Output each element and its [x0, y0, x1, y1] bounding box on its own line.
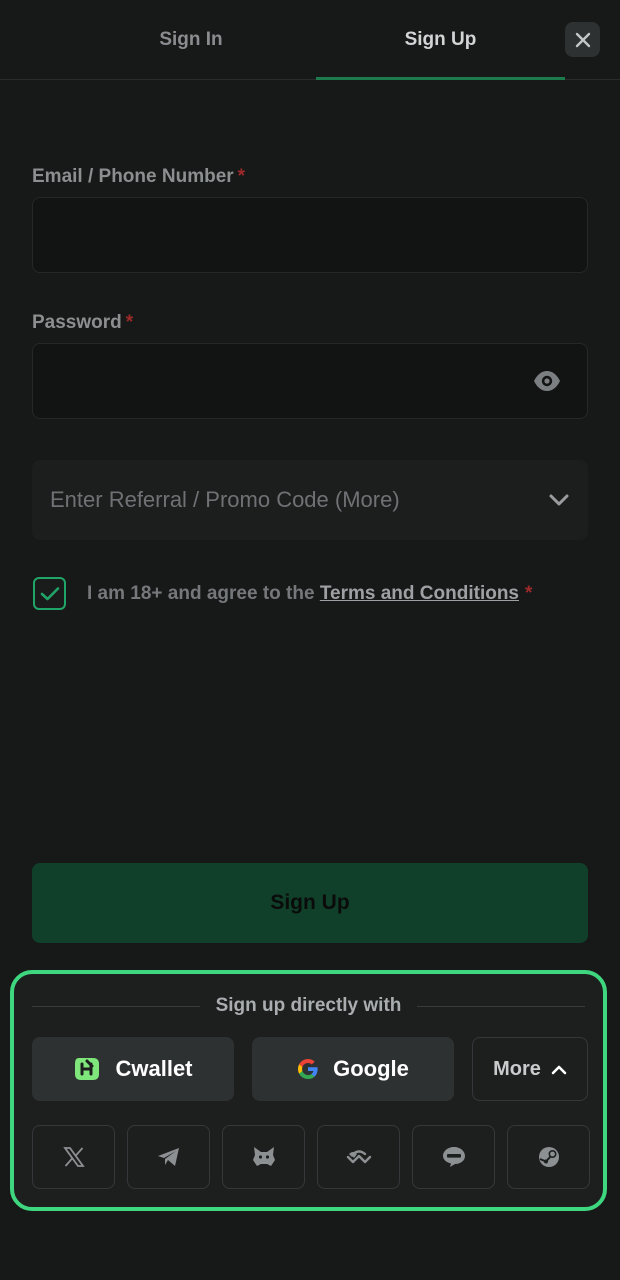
- promo-code-toggle[interactable]: Enter Referral / Promo Code (More): [32, 460, 588, 540]
- more-options-button[interactable]: More: [472, 1037, 588, 1101]
- x-login-button[interactable]: [32, 1125, 115, 1189]
- divider: [417, 1005, 586, 1007]
- google-label: Google: [333, 1056, 409, 1081]
- x-icon: [62, 1147, 85, 1167]
- password-field-wrapper: [32, 343, 588, 419]
- agree-text: I am 18+ and agree to the Terms and Cond…: [87, 583, 532, 605]
- walletconnect-icon: [346, 1150, 371, 1164]
- social-heading: Sign up directly with: [32, 994, 586, 1018]
- email-label-text: Email / Phone Number: [32, 166, 234, 187]
- line-icon: [442, 1147, 465, 1167]
- tab-sign-in[interactable]: Sign In: [66, 0, 316, 80]
- required-mark: *: [237, 166, 246, 187]
- telegram-login-button[interactable]: [127, 1125, 210, 1189]
- agree-checkbox[interactable]: [33, 577, 66, 610]
- password-label-text: Password: [32, 312, 122, 333]
- cwallet-label: Cwallet: [115, 1056, 193, 1081]
- email-field-wrapper: [32, 197, 588, 273]
- social-signup-panel: Sign up directly with Cwallet Google Mor…: [10, 970, 607, 1211]
- email-label: Email / Phone Number *: [32, 166, 245, 188]
- metamask-icon: [252, 1147, 275, 1166]
- telegram-icon: [157, 1148, 179, 1166]
- active-tab-indicator: [316, 77, 565, 80]
- terms-link[interactable]: Terms and Conditions: [320, 583, 519, 604]
- metamask-login-button[interactable]: [222, 1125, 305, 1189]
- tab-sign-up[interactable]: Sign Up: [316, 0, 565, 80]
- terms-agreement: I am 18+ and agree to the Terms and Cond…: [33, 577, 532, 610]
- close-icon: [575, 32, 590, 47]
- email-field[interactable]: [33, 198, 587, 272]
- google-icon: [298, 1059, 318, 1079]
- close-button[interactable]: [565, 22, 600, 57]
- steam-login-button[interactable]: [507, 1125, 590, 1189]
- line-login-button[interactable]: [412, 1125, 495, 1189]
- checkmark-icon: [40, 586, 59, 600]
- more-label: More: [493, 1057, 541, 1080]
- social-heading-text: Sign up directly with: [215, 995, 402, 1016]
- cwallet-icon: [75, 1058, 100, 1080]
- chevron-up-icon: [551, 1065, 567, 1074]
- chevron-down-icon: [549, 494, 569, 506]
- auth-tabs: Sign In Sign Up: [0, 0, 620, 80]
- cwallet-button[interactable]: Cwallet: [32, 1037, 234, 1101]
- required-mark: *: [525, 582, 533, 604]
- promo-code-placeholder: Enter Referral / Promo Code (More): [50, 487, 400, 512]
- steam-icon: [538, 1147, 559, 1167]
- sign-up-button[interactable]: Sign Up: [32, 863, 588, 943]
- agree-statement: I am 18+ and agree to the: [87, 582, 315, 604]
- required-mark: *: [125, 312, 134, 333]
- social-icon-row: [32, 1125, 590, 1189]
- walletconnect-login-button[interactable]: [317, 1125, 400, 1189]
- divider: [32, 1005, 200, 1007]
- password-field[interactable]: [33, 344, 587, 418]
- eye-icon[interactable]: [533, 370, 561, 392]
- google-button[interactable]: Google: [252, 1037, 454, 1101]
- password-label: Password *: [32, 312, 133, 334]
